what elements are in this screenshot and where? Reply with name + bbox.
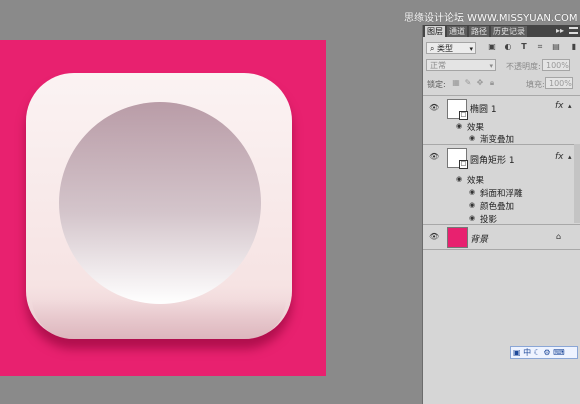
layer-swatch: [447, 227, 468, 248]
lock-row: 锁定: ▦ ✎ ✥ 🔒︎ 填充: 100%: [423, 75, 580, 93]
collapse-caret-icon[interactable]: ▴: [568, 153, 572, 161]
filter-pixel-icon[interactable]: ▣: [487, 42, 497, 52]
layer-row-ellipse[interactable]: 👁︎ □ 椭圆 1 fx ▴ ◉ 效果 ◉ 渐变叠加: [423, 95, 580, 145]
panel-menu-icon[interactable]: [569, 27, 578, 34]
tab-history[interactable]: 历史记录: [491, 26, 527, 37]
filter-row: ⌕ 类型 ▾ ▣ ◐ T ⌗ ▤ ▮: [423, 39, 580, 57]
opacity-label: 不透明度:: [506, 62, 541, 71]
filter-toggle-icon[interactable]: ▮: [569, 42, 579, 52]
lock-label: 锁定:: [427, 80, 446, 89]
effect-color-overlay[interactable]: 颜色叠加: [480, 200, 514, 212]
ime-mode[interactable]: 中: [523, 348, 531, 357]
lock-all-icon[interactable]: 🔒︎: [487, 78, 497, 88]
eye-icon[interactable]: 👁︎: [429, 233, 439, 241]
opacity-input[interactable]: 100%: [542, 59, 570, 71]
layer-name[interactable]: 背景: [470, 232, 488, 245]
fill-input[interactable]: 100%: [545, 77, 573, 89]
scrollbar[interactable]: [574, 144, 580, 223]
effect-eye-icon[interactable]: ◉: [469, 201, 475, 209]
vector-mask-icon: □: [459, 111, 468, 120]
layer-row-background[interactable]: 👁︎ 背景 ⌂: [423, 224, 580, 250]
filter-kind-select[interactable]: ⌕ 类型 ▾: [426, 42, 476, 54]
lock-icon[interactable]: ⌂: [556, 232, 561, 241]
chevron-down-icon: ▾: [489, 62, 493, 70]
fill-label: 填充:: [526, 80, 545, 89]
watermark: 思缘设计论坛 WWW.MISSYUAN.COM: [404, 13, 578, 24]
lock-move-icon[interactable]: ✥: [475, 78, 485, 88]
layer-name[interactable]: 椭圆 1: [470, 102, 497, 115]
filter-smartobject-icon[interactable]: ▤: [551, 42, 561, 52]
blend-row: 正常 ▾ 不透明度: 100%: [423, 57, 580, 75]
effects-eye-icon[interactable]: ◉: [456, 122, 462, 130]
eye-icon[interactable]: 👁︎: [429, 104, 439, 112]
layer-name[interactable]: 圆角矩形 1: [470, 153, 515, 166]
ime-tools-icon[interactable]: ☾ ⚙ ⌨: [531, 348, 565, 357]
effect-eye-icon[interactable]: ◉: [469, 214, 475, 222]
lock-transparent-icon[interactable]: ▦: [451, 78, 461, 88]
vector-mask-icon: □: [459, 160, 468, 169]
ime-toolbar[interactable]: ▣ 中 ☾ ⚙ ⌨: [510, 346, 578, 359]
ime-logo-icon: ▣: [513, 348, 524, 357]
effects-eye-icon[interactable]: ◉: [456, 175, 462, 183]
tab-layers[interactable]: 图层: [425, 26, 445, 37]
tabs-overflow-icon[interactable]: ▸▸: [556, 25, 564, 37]
effects-label: 效果: [467, 176, 485, 186]
blend-mode-value: 正常: [430, 61, 446, 70]
lock-paint-icon[interactable]: ✎: [463, 78, 473, 88]
effect-eye-icon[interactable]: ◉: [469, 134, 475, 142]
filter-adjustment-icon[interactable]: ◐: [503, 42, 513, 52]
blend-mode-select[interactable]: 正常 ▾: [426, 59, 496, 71]
tab-channels[interactable]: 通道: [447, 26, 467, 37]
panel-tabbar: 图层 通道 路径 历史记录 ▸▸: [423, 25, 580, 37]
layer-thumbnail: □: [447, 99, 468, 120]
effect-eye-icon[interactable]: ◉: [469, 188, 475, 196]
collapse-caret-icon[interactable]: ▴: [568, 102, 572, 110]
tab-paths[interactable]: 路径: [469, 26, 489, 37]
fx-icon[interactable]: fx: [555, 101, 564, 111]
filter-type-icon[interactable]: T: [519, 42, 529, 52]
layer-thumbnail: □: [447, 148, 468, 169]
chevron-down-icon: ▾: [469, 45, 473, 53]
filter-shape-icon[interactable]: ⌗: [535, 42, 545, 52]
effects-label: 效果: [467, 123, 485, 133]
layer-row-rounded-rect[interactable]: 👁︎ □ 圆角矩形 1 fx ▴ ◉ 效果 ◉ 斜面和浮雕 ◉ 颜色叠加 ◉ 投…: [423, 144, 580, 225]
filter-kind-value: 类型: [437, 44, 454, 53]
effect-bevel-emboss[interactable]: 斜面和浮雕: [480, 187, 523, 199]
search-icon: ⌕: [430, 44, 438, 53]
fx-icon[interactable]: fx: [555, 152, 564, 162]
ellipse-shape: [59, 102, 261, 304]
eye-icon[interactable]: 👁︎: [429, 153, 439, 161]
